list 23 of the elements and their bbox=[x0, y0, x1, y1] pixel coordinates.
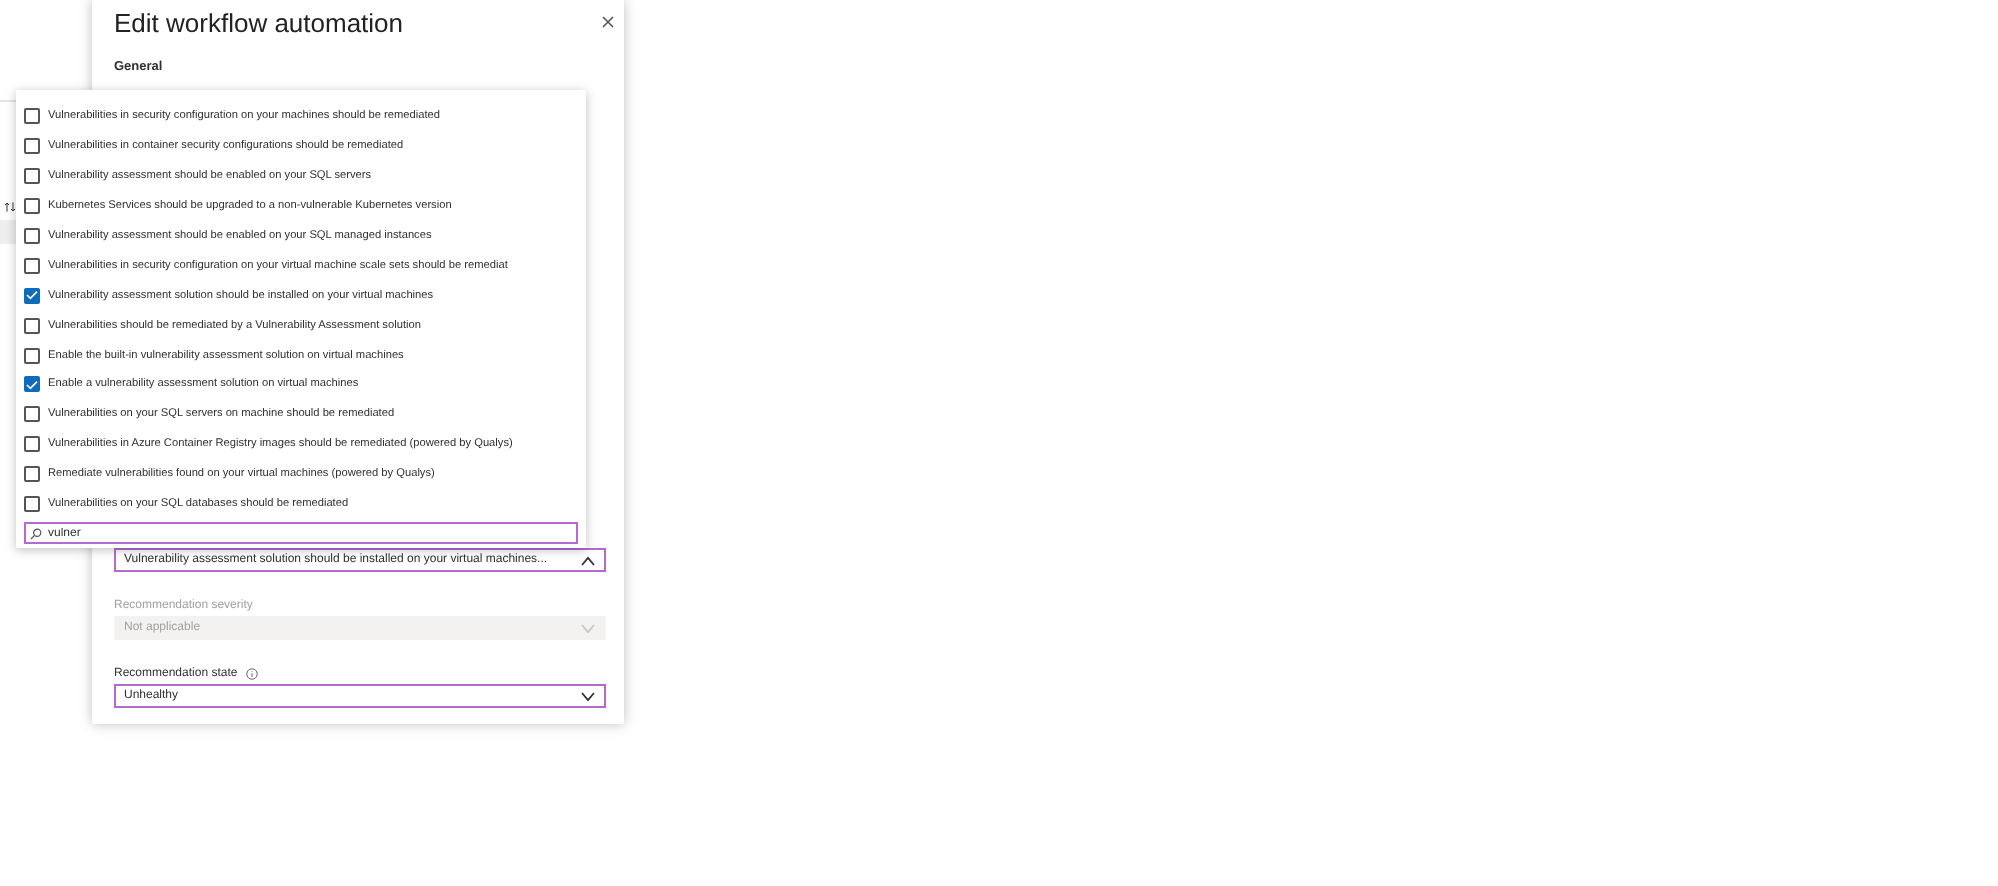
chevron-icon bbox=[580, 623, 596, 633]
info-icon[interactable] bbox=[245, 668, 258, 680]
checkbox[interactable] bbox=[24, 198, 40, 215]
checkbox[interactable] bbox=[24, 228, 40, 244]
checkbox[interactable] bbox=[24, 496, 40, 513]
checkbox[interactable] bbox=[24, 317, 40, 334]
checkbox[interactable] bbox=[24, 347, 40, 364]
checkbox[interactable] bbox=[24, 287, 40, 304]
chevron-icon bbox=[580, 691, 596, 701]
close-icon bbox=[602, 16, 614, 28]
panel-title: Edit workflow automation bbox=[114, 7, 404, 37]
checkbox[interactable] bbox=[24, 376, 40, 393]
checkbox[interactable] bbox=[24, 406, 40, 423]
sort-icon[interactable] bbox=[4, 202, 16, 212]
search-icon bbox=[30, 527, 42, 540]
checkbox[interactable] bbox=[24, 108, 40, 125]
checkbox[interactable] bbox=[24, 138, 40, 155]
chevron-icon bbox=[580, 555, 596, 565]
checkbox[interactable] bbox=[24, 257, 40, 274]
checkbox[interactable] bbox=[24, 168, 40, 185]
row-highlight bbox=[0, 220, 16, 244]
checkbox[interactable] bbox=[24, 436, 40, 453]
checkbox[interactable] bbox=[24, 466, 40, 483]
